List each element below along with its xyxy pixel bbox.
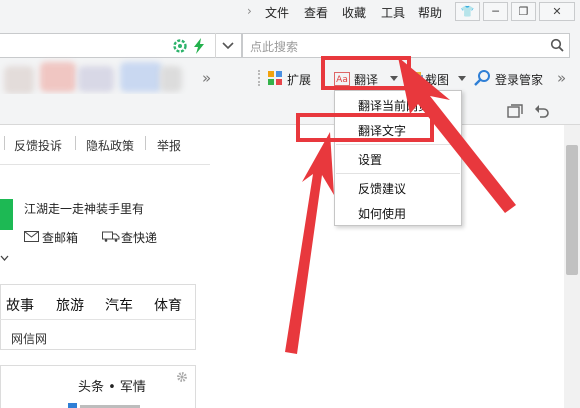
more-tools-icon[interactable]: »: [557, 69, 566, 87]
menu-tools[interactable]: 工具: [381, 4, 405, 21]
more-favorites-icon[interactable]: »: [202, 69, 211, 87]
toolbar-grip: [258, 70, 263, 86]
favorite-item-blurred[interactable]: [4, 66, 34, 94]
truck-icon: [102, 231, 120, 242]
security-icon[interactable]: [173, 39, 187, 53]
feedback-link[interactable]: 反馈投诉: [14, 137, 62, 154]
extensions-icon[interactable]: [268, 71, 283, 86]
menu-view[interactable]: 查看: [304, 4, 328, 21]
shirt-icon: 👕: [460, 5, 475, 18]
mail-link[interactable]: 查邮箱: [42, 229, 78, 246]
menu-item-how-to-use[interactable]: 如何使用: [358, 205, 406, 222]
scrollbar-thumb[interactable]: [566, 145, 578, 275]
annotation-box-translate: [321, 56, 411, 90]
extensions-button[interactable]: 扩展: [287, 71, 311, 88]
express-link[interactable]: 查快递: [121, 229, 157, 246]
divider: [75, 136, 76, 150]
news-item-marker: [68, 403, 77, 408]
report-link[interactable]: 举报: [157, 137, 181, 154]
favorite-item-blurred[interactable]: [160, 66, 182, 92]
divider: [145, 136, 146, 150]
divider: [4, 136, 5, 150]
category-story[interactable]: 故事: [6, 295, 34, 315]
privacy-link[interactable]: 隐私政策: [86, 137, 134, 154]
favorite-item-blurred[interactable]: [40, 62, 76, 92]
search-icon[interactable]: [550, 38, 564, 52]
expand-icon[interactable]: [0, 255, 9, 261]
mail-icon: [24, 231, 39, 242]
login-manager-button[interactable]: 登录管家: [495, 71, 543, 88]
close-icon: ✕: [552, 5, 562, 18]
restore-tab-icon[interactable]: [507, 104, 523, 119]
minimize-button[interactable]: ─: [483, 2, 508, 21]
menu-separator: [336, 173, 460, 174]
maximize-icon: ❐: [518, 5, 529, 18]
login-manager-icon[interactable]: [474, 70, 490, 86]
news-tabs[interactable]: 头条 • 军情: [78, 376, 146, 395]
screenshot-icon[interactable]: [410, 71, 424, 86]
menu-separator: [336, 144, 460, 145]
skin-button[interactable]: 👕: [455, 2, 480, 21]
favorite-item-blurred[interactable]: [78, 66, 114, 92]
gear-icon[interactable]: [176, 371, 188, 383]
undo-icon[interactable]: [534, 103, 550, 119]
minimize-icon: ─: [492, 5, 499, 18]
screenshot-button[interactable]: 截图: [425, 71, 449, 88]
menu-item-settings[interactable]: 设置: [358, 151, 382, 168]
screenshot-dropdown-icon[interactable]: [458, 76, 466, 81]
category-sports[interactable]: 体育: [154, 295, 182, 315]
divider: [0, 164, 210, 165]
address-bar[interactable]: [0, 33, 242, 58]
category-travel[interactable]: 旅游: [56, 295, 84, 315]
close-button[interactable]: ✕: [539, 2, 575, 21]
menu-item-feedback[interactable]: 反馈建议: [358, 180, 406, 197]
category-auto[interactable]: 汽车: [105, 295, 133, 315]
menu-favorites[interactable]: 收藏: [342, 4, 366, 21]
tab-row: [0, 94, 580, 125]
menu-help[interactable]: 帮助: [418, 4, 442, 21]
search-input[interactable]: 点此搜索: [250, 38, 298, 55]
menu-file[interactable]: 文件: [265, 4, 289, 21]
annotation-box-translate-text: [296, 113, 434, 142]
divider: [215, 33, 216, 58]
lightning-icon[interactable]: [193, 38, 205, 54]
slogan-text[interactable]: 江湖走一走神装手里有: [24, 200, 144, 217]
menu-item-translate-page[interactable]: 翻译当前网页: [358, 97, 430, 114]
chevron-right-icon: ›: [247, 4, 252, 18]
favorite-item-blurred[interactable]: [120, 62, 162, 92]
divider: [0, 319, 196, 320]
site-link[interactable]: 网信网: [11, 330, 47, 347]
green-banner[interactable]: [0, 199, 13, 230]
chevron-down-icon[interactable]: [222, 42, 234, 50]
maximize-button[interactable]: ❐: [511, 2, 536, 21]
